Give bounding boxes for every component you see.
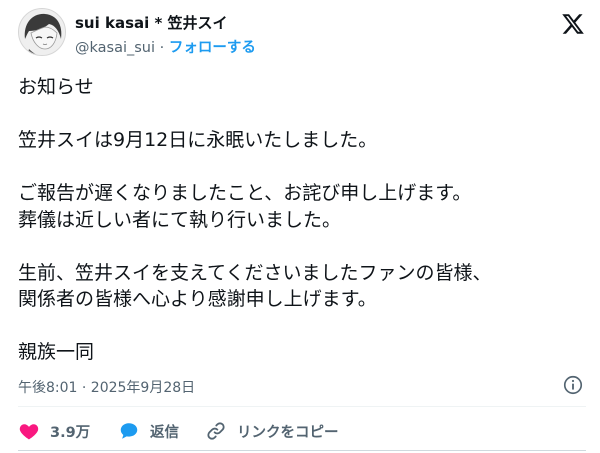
copy-link-button[interactable]: リンクをコピー [205,418,339,444]
author-handle-line: @kasai_sui · フォローする [75,36,256,57]
timestamp-link[interactable]: 午後8:01 · 2025年9月28日 [18,377,195,397]
reply-label: 返信 [150,424,179,441]
like-button[interactable]: 3.9万 [18,418,90,444]
reply-button[interactable]: 返信 [118,418,179,444]
heart-icon [19,424,39,440]
tweet-line: 葬儀は近しい者にて執り行いました。 [18,208,342,231]
link-icon [207,422,225,440]
info-icon[interactable] [562,374,584,396]
like-count: 3.9万 [50,424,91,441]
x-logo-icon[interactable] [560,12,586,36]
action-bar: 3.9万 返信 リンクをコピー [18,418,586,444]
tweet-line: 親族一同 [18,341,95,363]
handle-separator: · [159,40,165,56]
author-handle[interactable]: @kasai_sui [75,40,155,56]
tweet-meta: 午後8:01 · 2025年9月28日 [18,374,586,398]
copy-link-label: リンクをコピー [237,424,339,441]
tweet-text: お知らせ 笠井スイは9月12日に永眠いたしました。 ご報告が遅くなりましたこと、… [18,74,583,366]
tweet-line: お知らせ [18,76,94,98]
divider [18,406,586,407]
follow-button[interactable]: フォローする [169,40,256,56]
speech-bubble-icon [120,423,138,439]
tweet-line: 笠井スイは9月12日に永眠いたしました。 [18,129,378,151]
avatar[interactable] [18,8,66,56]
tweet-header: sui kasai * 笠井スイ @kasai_sui · フォローする [18,8,588,60]
author-display-name[interactable]: sui kasai * 笠井スイ [75,12,228,33]
tweet-line: 関係者の皆様へ心より感謝申し上げます。 [18,288,377,310]
tweet-line: 生前、笠井スイを支えてくださいましたファンの皆様、 [18,261,492,284]
tweet-line: ご報告が遅くなりましたこと、お詫び申し上げます。 [18,182,472,204]
avatar-illustration [19,9,65,55]
